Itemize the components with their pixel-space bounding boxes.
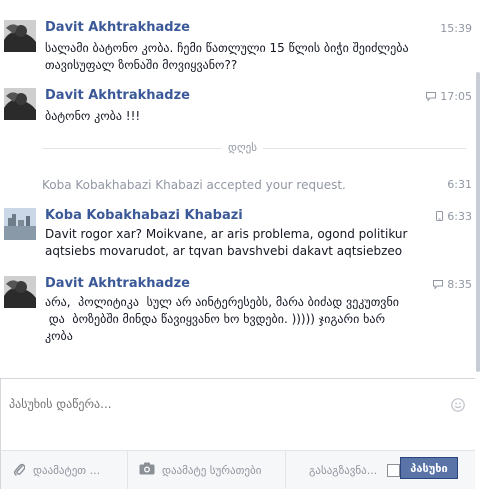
thread-scrollbar[interactable] (476, 72, 480, 372)
toolbar-divider (285, 451, 286, 489)
camera-icon (139, 462, 155, 478)
emoji-icon[interactable] (451, 397, 465, 416)
send-on-enter-label: გასაგზავნა... (309, 463, 378, 477)
message-text: არა, პოლიტიკა სულ არ აინტერესებს, მარა ბ… (45, 295, 399, 343)
add-photo-label: დაამატე სურათები (162, 463, 262, 477)
sender-name[interactable]: Davit Akhtrakhadze (45, 276, 190, 291)
message-thread: Davit Akhtrakhadze 15:39 სალამი ბატონო კ… (0, 0, 474, 378)
attach-file-label: დაამატეთ ... (33, 463, 101, 477)
attach-file-button[interactable]: დაამატეთ ... (13, 451, 100, 489)
chat-icon (426, 91, 437, 104)
chat-icon (433, 279, 444, 292)
reply-composer[interactable] (0, 378, 475, 451)
message-time: 8:35 (433, 278, 472, 292)
add-photo-button[interactable]: დაამატე სურათები (139, 451, 261, 489)
day-divider-label: დღეს (222, 141, 263, 154)
avatar-koba[interactable] (4, 208, 36, 240)
message-time: 17:05 (426, 90, 472, 104)
reply-input[interactable] (9, 397, 429, 411)
message-text: სალამი ბატონო კობა. ჩემი წათლული 15 წლის… (45, 41, 413, 72)
message-text: ბატონო კობა !!! (45, 109, 141, 123)
message-text: Davit rogor xar? Moikvane, ar aris probl… (45, 227, 408, 258)
paperclip-icon (13, 461, 26, 479)
sender-name[interactable]: Koba Kobakhabazi Khabazi (45, 208, 243, 223)
notice-time: 6:31 (447, 178, 472, 191)
sender-name[interactable]: Davit Akhtrakhadze (45, 20, 190, 35)
sender-name[interactable]: Davit Akhtrakhadze (45, 88, 190, 103)
message-time: 6:33 (436, 210, 472, 224)
avatar-davit[interactable] (4, 276, 36, 308)
avatar-davit[interactable] (4, 20, 36, 52)
send-on-enter-toggle[interactable]: გასაგზავნა... (309, 451, 401, 489)
request-accepted-notice: Koba Kobakhabazi Khabazi accepted your r… (42, 178, 346, 192)
send-on-enter-checkbox[interactable] (387, 463, 401, 477)
message-time: 15:39 (440, 22, 472, 35)
avatar-davit[interactable] (4, 88, 36, 120)
mobile-icon (436, 211, 444, 224)
toolbar-divider (127, 451, 128, 489)
reply-send-button[interactable]: პასუხი (400, 457, 458, 479)
